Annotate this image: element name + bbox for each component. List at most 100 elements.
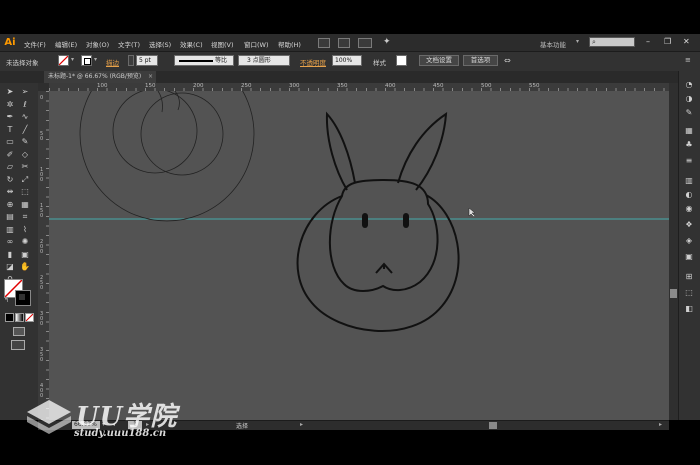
eyedropper-tool-icon[interactable]: ⌇ [20,225,30,234]
close-tab-icon[interactable]: × [148,71,153,83]
vertical-scroll-thumb[interactable] [670,289,677,298]
stock-icon[interactable] [338,38,350,48]
close-icon[interactable]: ✕ [683,37,690,46]
artboards-panel-icon[interactable]: ▣ [683,252,695,262]
variable-width-profile[interactable]: 等比 [174,55,234,66]
shape-builder-tool-icon[interactable]: ⊕ [5,200,15,209]
stroke-color-icon[interactable] [81,55,92,66]
gradient-tool-icon[interactable]: ▥ [5,225,15,234]
width-tool-icon[interactable]: ⇹ [5,187,15,196]
hand-tool-icon[interactable]: ✋ [20,262,30,271]
graphic-style-swatch[interactable] [396,55,407,66]
swap-fill-stroke-icon[interactable]: ↰ [4,297,9,304]
column-graph-tool-icon[interactable]: ▮ [5,250,15,259]
paintbrush-tool-icon[interactable]: ✎ [20,137,30,146]
rectangle-tool-icon[interactable]: ▭ [5,137,15,146]
pencil-tool-icon[interactable]: ✐ [5,150,15,159]
artboard-tool-icon[interactable]: ▣ [20,250,30,259]
arrange-icon[interactable]: ⇔ [504,56,511,65]
ruler-origin[interactable] [38,83,49,91]
layers-panel-icon[interactable]: ◈ [683,236,695,246]
horizontal-scroll-thumb[interactable] [489,422,497,429]
menu-file[interactable]: 文件(F) [24,39,46,49]
swatches-panel-icon[interactable]: ▦ [683,126,695,136]
stroke-weight-input[interactable]: 5 pt [136,55,158,66]
chevron-down-icon[interactable]: ▾ [94,56,97,63]
symbol-sprayer-tool-icon[interactable]: ✺ [20,237,30,246]
chevron-down-icon[interactable]: ▾ [71,56,74,63]
live-paint-tool-icon[interactable]: ▦ [20,200,30,209]
scale-tool-icon[interactable]: ⤢ [20,175,30,184]
eraser-tool-icon[interactable]: ▱ [5,162,15,171]
color-guide-panel-icon[interactable]: ◑ [683,94,695,104]
minimize-icon[interactable]: – [646,37,650,46]
line-segment-tool-icon[interactable]: ╱ [20,125,30,134]
pen-tool-icon[interactable]: ✒ [5,112,15,121]
gradient-mode-icon[interactable] [15,313,24,322]
color-mode-icon[interactable] [5,313,14,322]
screen-mode-icon[interactable] [11,340,25,350]
lasso-tool-icon[interactable]: ℓ [20,100,30,109]
free-transform-tool-icon[interactable]: ⬚ [20,187,30,196]
transform-panel-icon[interactable]: ⬚ [683,288,695,298]
help-search-input[interactable]: ⌕ [589,37,635,47]
perspective-grid-tool-icon[interactable]: ▤ [5,212,15,221]
blend-tool-icon[interactable]: ∞ [5,237,15,246]
document-tab[interactable]: 未标题-1* @ 66.67% (RGB/预览) × [44,71,156,83]
direct-selection-tool-icon[interactable]: ➢ [20,87,30,96]
preferences-button[interactable]: 首选项 [463,55,498,66]
rotate-tool-icon[interactable]: ↻ [5,175,15,184]
scissors-tool-icon[interactable]: ✂ [20,162,30,171]
arrange-documents-icon[interactable] [358,38,372,48]
pathfinder-panel-icon[interactable]: ◧ [683,304,695,314]
workspace-switcher[interactable]: 基本功能 [540,39,566,49]
opacity-label[interactable]: 不透明度 [300,57,326,67]
graphic-styles-panel-icon[interactable]: ❖ [683,220,695,230]
menu-edit[interactable]: 编辑(E) [55,39,77,49]
brushes-panel-icon[interactable]: ✎ [683,108,695,118]
menu-object[interactable]: 对象(O) [86,39,109,49]
menu-view[interactable]: 视图(V) [211,39,234,49]
magic-wand-tool-icon[interactable]: ✲ [5,100,15,109]
menu-effect[interactable]: 效果(C) [180,39,203,49]
status-arrow-icon[interactable]: ▸ [300,421,303,428]
watermark-url: study.uuu188.cn [74,428,167,439]
gpu-icon[interactable]: ✦ [383,37,391,47]
selection-arrow-tool-icon[interactable]: ➤ [5,87,15,96]
curvature-tool-icon[interactable]: ∿ [20,112,30,121]
stroke-panel-icon[interactable]: ≡ [683,156,695,166]
type-tool-icon[interactable]: T [5,125,15,134]
stroke-label[interactable]: 描边 [106,57,119,67]
bridge-icon[interactable] [318,38,330,48]
menu-help[interactable]: 帮助(H) [278,39,301,49]
opacity-input[interactable]: 100% [332,55,362,66]
panel-menu-icon[interactable]: ≡ [685,56,691,64]
menu-select[interactable]: 选择(S) [149,39,171,49]
artboard-canvas[interactable] [49,91,669,420]
mesh-tool-icon[interactable]: ⌗ [20,212,30,221]
stroke-stepper[interactable] [128,55,134,66]
none-mode-icon[interactable] [25,313,34,322]
transparency-panel-icon[interactable]: ◐ [683,190,695,200]
symbols-panel-icon[interactable]: ♣ [683,140,695,150]
stroke-swatch[interactable] [15,290,31,306]
fill-color-icon[interactable] [58,55,69,66]
chevron-down-icon[interactable]: ▾ [576,38,579,45]
shaper-tool-icon[interactable]: ◇ [20,150,30,159]
brush-definition[interactable]: 3 点圆形 [238,55,290,66]
gradient-panel-icon[interactable]: ▥ [683,176,695,186]
scroll-right-icon[interactable]: ▸ [659,421,662,428]
align-panel-icon[interactable]: ⊞ [683,272,695,282]
menu-window[interactable]: 窗口(W) [244,39,269,49]
practice-circle-large [79,91,255,222]
menu-type[interactable]: 文字(T) [118,39,140,49]
drawing-mode-icon[interactable] [13,327,25,336]
artwork[interactable] [49,91,669,420]
letterbox-top [0,0,700,34]
document-setup-button[interactable]: 文档设置 [419,55,459,66]
slice-tool-icon[interactable]: ◪ [5,262,15,271]
color-panel-icon[interactable]: ◔ [683,80,695,90]
restore-icon[interactable]: ❐ [664,37,671,46]
appearance-panel-icon[interactable]: ◉ [683,204,695,214]
vertical-scrollbar[interactable] [669,83,678,420]
